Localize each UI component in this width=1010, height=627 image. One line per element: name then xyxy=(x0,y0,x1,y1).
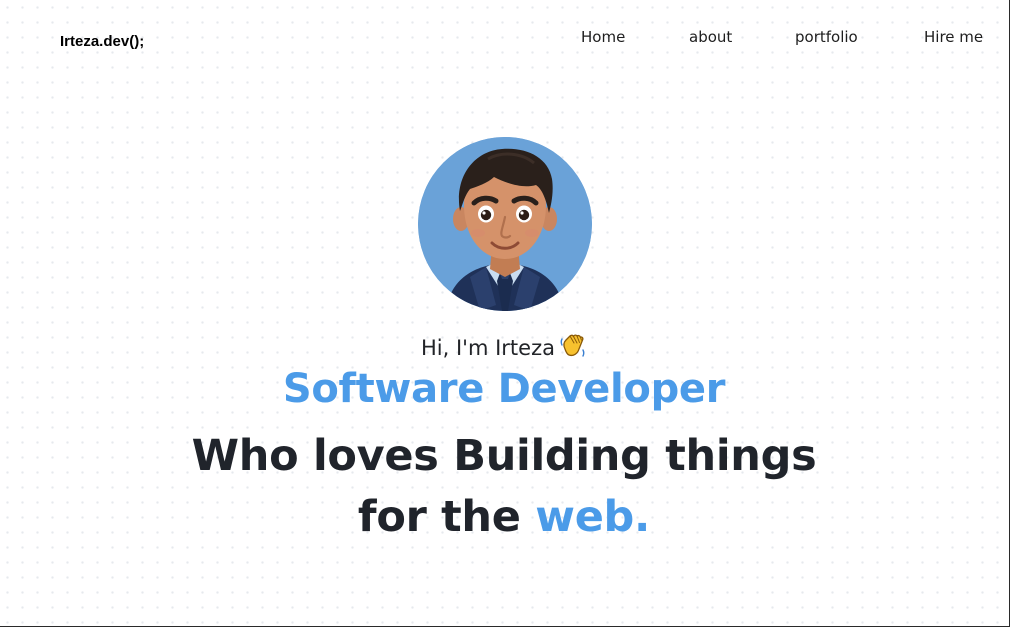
nav-link-about[interactable]: about xyxy=(689,28,732,46)
tagline-prefix: for the xyxy=(357,492,521,542)
greeting-text: Hi, I'm Irteza xyxy=(421,336,555,360)
site-logo[interactable]: Irteza.dev(); xyxy=(60,33,144,50)
nav-link-portfolio[interactable]: portfolio xyxy=(795,28,858,46)
memoji-avatar-icon xyxy=(418,137,592,311)
nav-link-home[interactable]: Home xyxy=(581,28,625,46)
tagline: Who loves Building things for the web. xyxy=(0,426,1008,548)
nav-link-hire-me[interactable]: Hire me xyxy=(924,28,983,46)
tagline-line-2: for the web. xyxy=(0,487,1008,548)
tagline-line-1: Who loves Building things xyxy=(191,431,817,481)
waving-hand-icon xyxy=(559,331,587,364)
role-title: Software Developer xyxy=(282,366,726,412)
profile-avatar xyxy=(418,137,592,311)
greeting-line: Hi, I'm Irteza xyxy=(0,331,1008,364)
tagline-highlight: web. xyxy=(535,492,651,542)
navbar: Irteza.dev(); Home about portfolio Hire … xyxy=(0,0,1008,76)
